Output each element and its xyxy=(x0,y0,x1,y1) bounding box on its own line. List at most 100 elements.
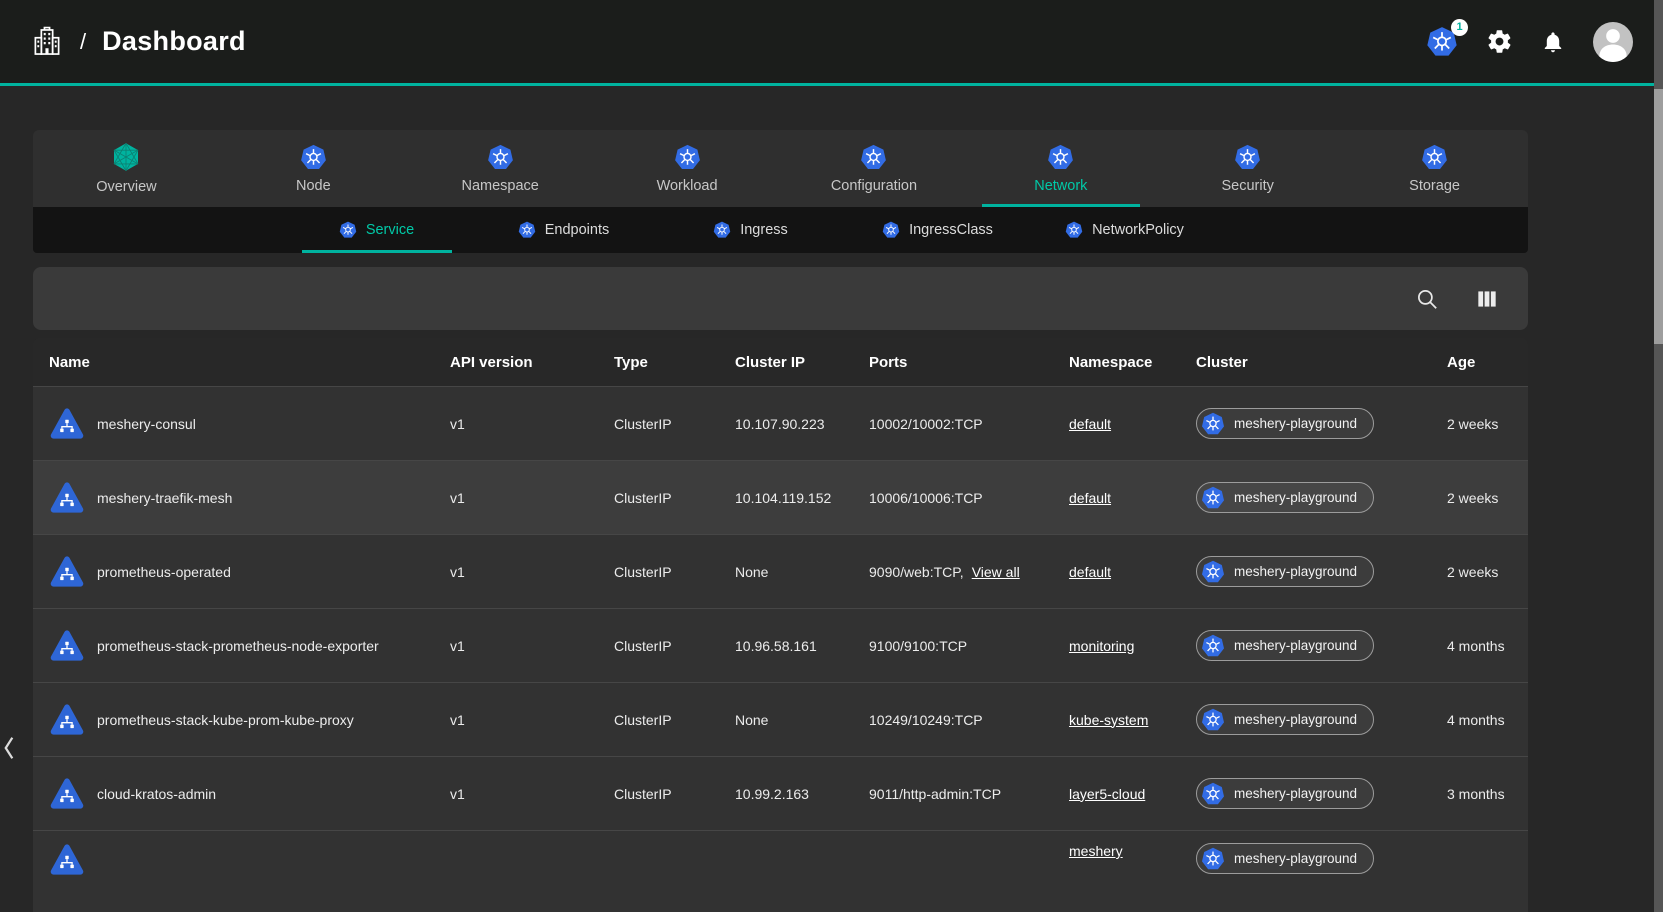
service-name: prometheus-stack-prometheus-node-exporte… xyxy=(97,638,379,654)
cluster-ip: 10.96.58.161 xyxy=(735,638,869,654)
cluster-chip[interactable]: meshery-playground xyxy=(1196,704,1374,735)
service-name: cloud-kratos-admin xyxy=(97,786,216,802)
table-row[interactable]: meshery-consul v1 ClusterIP 10.107.90.22… xyxy=(33,386,1528,460)
table-row[interactable]: prometheus-operated v1 ClusterIP None 90… xyxy=(33,534,1528,608)
cluster-ip: 10.104.119.152 xyxy=(735,490,869,506)
tab-workload[interactable]: Workload xyxy=(594,130,781,207)
page-scrollbar[interactable] xyxy=(1654,0,1663,912)
api-version: v1 xyxy=(450,564,614,580)
context-count-badge: 1 xyxy=(1451,19,1468,36)
chevron-left-icon xyxy=(2,733,17,763)
network-subtabs: Service Endpoints Ingress IngressClass N… xyxy=(33,207,1528,253)
person-icon xyxy=(1593,22,1633,62)
service-name: prometheus-stack-kube-prom-kube-proxy xyxy=(97,712,354,728)
tab-overview[interactable]: Overview xyxy=(33,130,220,207)
resource-tabs-panel: Overview Node Namespace Workload Configu… xyxy=(33,130,1528,253)
cluster-chip[interactable]: meshery-playground xyxy=(1196,556,1374,587)
building-icon[interactable] xyxy=(30,25,64,59)
api-version: v1 xyxy=(450,490,614,506)
kubernetes-icon xyxy=(882,221,900,239)
tab-configuration[interactable]: Configuration xyxy=(781,130,968,207)
breadcrumb-separator: / xyxy=(80,29,86,55)
subtab-ingressclass[interactable]: IngressClass xyxy=(844,207,1031,253)
col-header-name[interactable]: Name xyxy=(33,354,450,371)
col-header-type[interactable]: Type xyxy=(614,354,735,371)
namespace-link[interactable]: kube-system xyxy=(1069,712,1148,728)
drawer-collapse-button[interactable] xyxy=(2,733,17,763)
namespace-link[interactable]: default xyxy=(1069,416,1111,432)
tab-label: Storage xyxy=(1409,178,1460,194)
subtab-label: IngressClass xyxy=(909,222,993,238)
col-header-cluster[interactable]: Cluster xyxy=(1196,354,1447,371)
cluster-chip[interactable]: meshery-playground xyxy=(1196,408,1374,439)
table-row[interactable]: cloud-kratos-admin v1 ClusterIP 10.99.2.… xyxy=(33,756,1528,830)
tab-namespace[interactable]: Namespace xyxy=(407,130,594,207)
table-row[interactable]: meshery-traefik-mesh v1 ClusterIP 10.104… xyxy=(33,460,1528,534)
kubernetes-icon xyxy=(1201,782,1225,806)
kubernetes-icon xyxy=(1047,144,1074,171)
subtab-endpoints[interactable]: Endpoints xyxy=(470,207,657,253)
tab-label: Configuration xyxy=(831,178,917,194)
namespace-link[interactable]: monitoring xyxy=(1069,638,1134,654)
app-header: / Dashboard 1 xyxy=(0,0,1663,86)
col-header-api-version[interactable]: API version xyxy=(450,354,614,371)
kubernetes-icon xyxy=(1234,144,1261,171)
subtab-networkpolicy[interactable]: NetworkPolicy xyxy=(1031,207,1218,253)
table-row[interactable]: meshery meshery-playground xyxy=(33,830,1528,912)
page-title: Dashboard xyxy=(102,26,246,57)
tab-node[interactable]: Node xyxy=(220,130,407,207)
table-row[interactable]: prometheus-stack-prometheus-node-exporte… xyxy=(33,608,1528,682)
cluster-context-button[interactable]: 1 xyxy=(1426,26,1458,58)
cluster-chip[interactable]: meshery-playground xyxy=(1196,843,1374,874)
namespace-link[interactable]: default xyxy=(1069,564,1111,580)
settings-gear-icon[interactable] xyxy=(1486,28,1513,55)
service-icon xyxy=(49,481,85,515)
col-header-age[interactable]: Age xyxy=(1447,354,1528,371)
kubernetes-icon xyxy=(1201,634,1225,658)
cluster-chip[interactable]: meshery-playground xyxy=(1196,482,1374,513)
service-icon xyxy=(49,703,85,737)
ports: 9090/web:TCP, xyxy=(869,564,964,580)
age: 2 weeks xyxy=(1447,490,1528,506)
subtab-ingress[interactable]: Ingress xyxy=(657,207,844,253)
user-avatar[interactable] xyxy=(1593,22,1633,62)
service-icon xyxy=(49,843,85,877)
kubernetes-icon xyxy=(1201,708,1225,732)
subtab-service[interactable]: Service xyxy=(283,207,470,253)
namespace-link[interactable]: default xyxy=(1069,490,1111,506)
col-header-ports[interactable]: Ports xyxy=(869,354,1069,371)
age: 4 months xyxy=(1447,638,1528,654)
meshery-icon xyxy=(111,142,141,172)
col-header-cluster-ip[interactable]: Cluster IP xyxy=(735,354,869,371)
col-header-namespace[interactable]: Namespace xyxy=(1069,354,1196,371)
api-version: v1 xyxy=(450,786,614,802)
table-row[interactable]: prometheus-stack-kube-prom-kube-proxy v1… xyxy=(33,682,1528,756)
cluster-chip[interactable]: meshery-playground xyxy=(1196,630,1374,661)
tab-storage[interactable]: Storage xyxy=(1341,130,1528,207)
cluster-chip[interactable]: meshery-playground xyxy=(1196,778,1374,809)
tab-security[interactable]: Security xyxy=(1154,130,1341,207)
cluster-ip: None xyxy=(735,712,869,728)
age: 4 months xyxy=(1447,712,1528,728)
namespace-link[interactable]: layer5-cloud xyxy=(1069,786,1145,802)
api-version: v1 xyxy=(450,712,614,728)
service-type: ClusterIP xyxy=(614,712,735,728)
table-header-row: Name API version Type Cluster IP Ports N… xyxy=(33,338,1528,386)
kubernetes-icon xyxy=(1421,144,1448,171)
ports: 9011/http-admin:TCP xyxy=(869,786,1001,802)
kubernetes-icon xyxy=(300,144,327,171)
view-all-ports-link[interactable]: View all xyxy=(972,564,1020,580)
breadcrumb: / Dashboard xyxy=(30,25,246,59)
scrollbar-thumb[interactable] xyxy=(1654,89,1663,344)
ports: 10002/10002:TCP xyxy=(869,416,983,432)
namespace-link[interactable]: meshery xyxy=(1069,843,1123,859)
view-columns-icon[interactable] xyxy=(1474,286,1500,312)
age: 2 weeks xyxy=(1447,564,1528,580)
service-name: meshery-consul xyxy=(97,416,196,432)
tab-label: Node xyxy=(296,178,331,194)
tab-network[interactable]: Network xyxy=(967,130,1154,207)
kubernetes-icon xyxy=(1201,847,1225,871)
search-icon[interactable] xyxy=(1414,286,1440,312)
ports: 10006/10006:TCP xyxy=(869,490,983,506)
notifications-bell-icon[interactable] xyxy=(1541,30,1565,54)
